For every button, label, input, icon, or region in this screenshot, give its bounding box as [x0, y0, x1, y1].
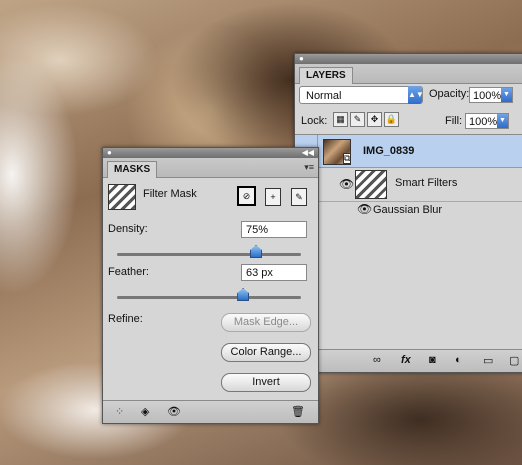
smart-filters-row[interactable]: 👁 Smart Filters	[295, 167, 522, 202]
masks-panel: ● ◀◀ MASKS ▾≡ Filter Mask ⊘ + ✎ Density:…	[102, 147, 319, 424]
feather-label: Feather:	[108, 266, 149, 278]
masks-bottom-toolbar: ⁘ ◈ 👁 🗑	[103, 400, 318, 423]
blend-opacity-row: Normal ▲▼ Opacity: 100% ▼	[299, 85, 522, 107]
tab-masks[interactable]: MASKS	[107, 161, 158, 178]
opacity-value: 100%	[473, 90, 502, 102]
fill-label: Fill:	[445, 115, 463, 127]
lock-all-icon[interactable]: 🔒	[384, 112, 399, 127]
density-slider[interactable]	[117, 253, 301, 256]
eye-icon[interactable]: 👁	[339, 177, 354, 191]
smart-filters-label: Smart Filters	[395, 177, 458, 189]
apply-mask-icon[interactable]: ◈	[141, 405, 149, 418]
density-value: 75%	[246, 224, 269, 236]
close-icon[interactable]: ●	[107, 149, 112, 157]
mask-type-label: Filter Mask	[143, 188, 197, 200]
density-field[interactable]: 75%	[241, 221, 307, 238]
mask-thumbnail	[108, 184, 136, 210]
feather-slider[interactable]	[117, 296, 301, 299]
layers-panel: ● LAYERS Normal ▲▼ Opacity: 100% ▼ Lock:…	[294, 53, 522, 373]
fx-icon[interactable]: fx	[401, 354, 411, 366]
lock-transparent-icon[interactable]: ▦	[333, 112, 348, 127]
add-mask-icon[interactable]: ◙	[429, 354, 436, 366]
lock-position-icon[interactable]: ✥	[367, 112, 382, 127]
group-folder-icon[interactable]: ▭	[483, 354, 493, 367]
pixel-mask-icon[interactable]: +	[265, 188, 281, 206]
visibility-eye-icon[interactable]: 👁	[167, 405, 181, 418]
filter-name[interactable]: Gaussian Blur	[373, 204, 442, 216]
blend-mode-value: Normal	[306, 90, 342, 102]
mask-edge-button[interactable]: Mask Edge...	[221, 313, 311, 332]
masks-tabbar: MASKS ▾≡	[103, 158, 318, 178]
new-layer-icon[interactable]: ▢	[509, 354, 519, 367]
load-selection-icon[interactable]: ⁘	[115, 405, 124, 418]
trash-icon[interactable]: 🗑	[291, 405, 305, 418]
chevron-down-icon[interactable]: ▼	[501, 88, 512, 102]
fill-value: 100%	[469, 116, 498, 128]
layers-tabbar: LAYERS	[295, 64, 522, 84]
feather-slider-handle[interactable]	[237, 288, 250, 301]
invert-button[interactable]: Invert	[221, 373, 311, 392]
chevron-down-icon[interactable]: ▼	[497, 114, 508, 128]
fill-field[interactable]: 100% ▼	[465, 113, 509, 129]
blend-mode-select[interactable]: Normal ▲▼	[299, 86, 424, 104]
opacity-field[interactable]: 100% ▼	[469, 87, 513, 103]
refine-label: Refine:	[108, 313, 143, 325]
panel-menu-icon[interactable]: ▾≡	[304, 162, 314, 173]
layers-bottom-toolbar: ∞ fx ◙ ◐ ▭ ▢	[295, 349, 522, 372]
close-icon[interactable]: ●	[299, 55, 304, 63]
layer-row[interactable]: ⧉ IMG_0839	[295, 135, 522, 168]
filter-row[interactable]: 👁 Gaussian Blur	[295, 201, 522, 221]
density-slider-handle[interactable]	[250, 245, 262, 258]
smart-object-icon: ⧉	[343, 153, 352, 164]
opacity-label: Opacity:	[429, 88, 470, 100]
density-label: Density:	[108, 223, 148, 235]
chevron-updown-icon: ▲▼	[408, 86, 424, 104]
feather-field[interactable]: 63 px	[241, 264, 307, 281]
masks-titlebar[interactable]: ● ◀◀	[103, 148, 318, 158]
layers-titlebar[interactable]: ●	[295, 54, 522, 64]
vector-mask-icon[interactable]: ✎	[291, 188, 307, 206]
adjustment-icon[interactable]: ◐	[455, 354, 462, 366]
collapse-icon[interactable]: ◀◀	[302, 149, 314, 157]
lock-pixels-icon[interactable]: ✎	[350, 112, 365, 127]
link-icon[interactable]: ∞	[373, 354, 381, 366]
lock-label: Lock:	[301, 115, 328, 127]
filter-mask-icon[interactable]: ⊘	[237, 186, 256, 206]
tab-layers[interactable]: LAYERS	[299, 67, 353, 84]
layer-name[interactable]: IMG_0839	[363, 145, 414, 157]
color-range-button[interactable]: Color Range...	[221, 343, 311, 362]
layer-list: ⧉ IMG_0839 👁 Smart Filters 👁 Gaussian Bl…	[295, 134, 522, 325]
filter-mask-thumbnail[interactable]	[355, 170, 387, 199]
feather-value: 63 px	[246, 267, 273, 279]
eye-icon[interactable]: 👁	[357, 202, 372, 216]
